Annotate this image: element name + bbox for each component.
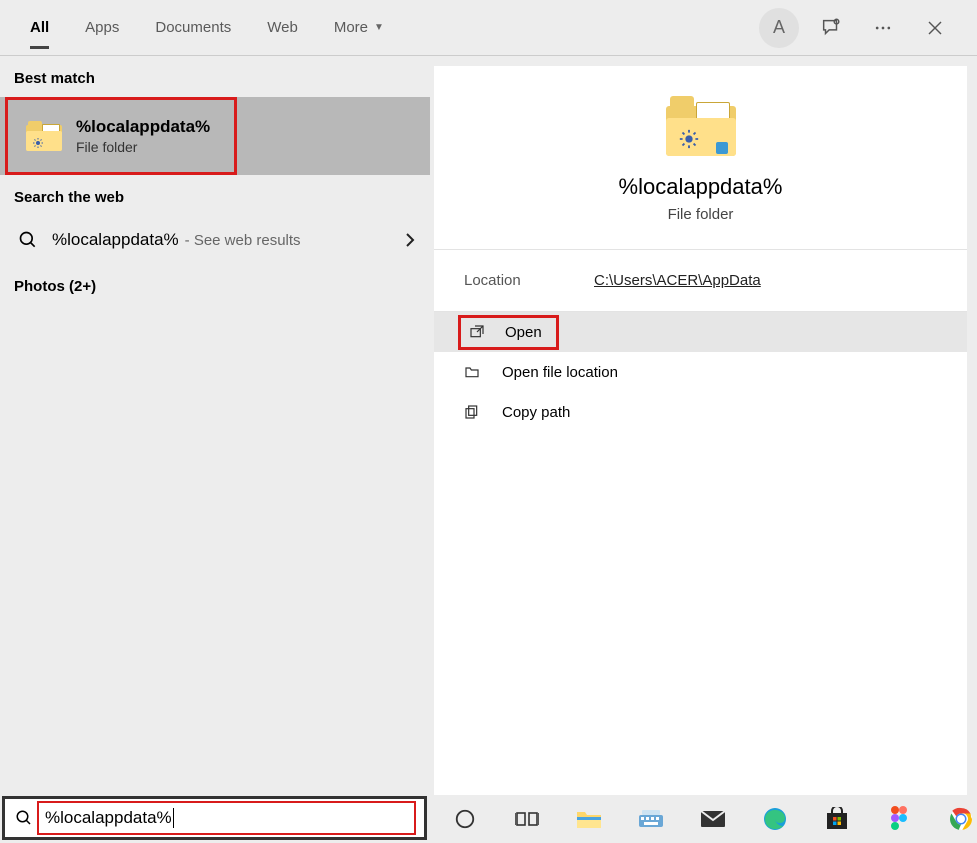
search-tabs-row: All Apps Documents Web More ▼ A	[0, 0, 977, 55]
copy-icon	[464, 404, 482, 420]
tab-more[interactable]: More ▼	[316, 0, 402, 55]
tab-label: More	[334, 19, 368, 36]
open-highlight: Open	[458, 315, 559, 350]
location-row: Location C:\Users\ACER\AppData	[434, 250, 967, 312]
detail-head: %localappdata% File folder	[434, 66, 967, 250]
search-icon	[18, 230, 38, 250]
chevron-down-icon: ▼	[374, 22, 384, 33]
open-icon	[469, 324, 487, 340]
best-match-subtitle: File folder	[76, 139, 210, 155]
user-avatar[interactable]: A	[759, 8, 799, 48]
tab-documents[interactable]: Documents	[137, 0, 249, 55]
action-label: Open	[505, 324, 542, 341]
best-match-row: %localappdata% File folder	[0, 97, 430, 175]
taskbar-tray	[449, 803, 977, 835]
close-icon[interactable]	[915, 8, 955, 48]
file-explorer-icon[interactable]	[573, 803, 605, 835]
text-caret	[173, 808, 174, 828]
web-result-text: %localappdata% - See web results	[52, 230, 404, 250]
mail-icon[interactable]	[697, 803, 729, 835]
search-tabs: All Apps Documents Web More ▼	[12, 0, 402, 55]
tab-label: Web	[267, 19, 298, 36]
tab-apps[interactable]: Apps	[67, 0, 137, 55]
search-value: %localappdata%	[45, 808, 172, 828]
best-match-item[interactable]: %localappdata% File folder	[5, 97, 237, 175]
search-input[interactable]: %localappdata%	[37, 801, 416, 835]
taskbar-search[interactable]: %localappdata%	[2, 796, 427, 840]
location-value[interactable]: C:\Users\ACER\AppData	[594, 272, 761, 289]
chevron-right-icon	[404, 232, 416, 248]
detail-title: %localappdata%	[619, 174, 783, 200]
location-label: Location	[464, 272, 594, 289]
action-open[interactable]: Open	[434, 312, 967, 352]
best-match-title: %localappdata%	[76, 117, 210, 137]
tab-web[interactable]: Web	[249, 0, 316, 55]
folder-icon	[666, 96, 736, 156]
folder-location-icon	[464, 364, 482, 380]
chat-icon[interactable]	[811, 8, 851, 48]
cortana-icon[interactable]	[449, 803, 481, 835]
results-list: Best match %localappdata% File folder	[0, 56, 430, 795]
edge-icon[interactable]	[759, 803, 791, 835]
figma-icon[interactable]	[883, 803, 915, 835]
search-icon	[15, 809, 33, 827]
folder-icon	[26, 121, 62, 151]
web-result-item[interactable]: %localappdata% - See web results	[0, 216, 430, 264]
tab-label: Documents	[155, 19, 231, 36]
photos-header[interactable]: Photos (2+)	[0, 264, 430, 305]
chrome-icon[interactable]	[945, 803, 977, 835]
task-view-icon[interactable]	[511, 803, 543, 835]
tab-label: All	[30, 19, 49, 36]
best-match-header: Best match	[0, 56, 430, 97]
keyboard-icon[interactable]	[635, 803, 667, 835]
main-area: Best match %localappdata% File folder	[0, 56, 977, 795]
tabrow-right: A	[759, 8, 965, 48]
web-result-term: %localappdata%	[52, 230, 179, 250]
tab-label: Apps	[85, 19, 119, 36]
action-label: Open file location	[502, 364, 618, 381]
best-match-text: %localappdata% File folder	[76, 117, 210, 155]
action-label: Copy path	[502, 404, 570, 421]
more-icon[interactable]	[863, 8, 903, 48]
detail-panel: %localappdata% File folder Location C:\U…	[434, 66, 967, 795]
action-copy-path[interactable]: Copy path	[434, 392, 967, 432]
tab-all[interactable]: All	[12, 0, 67, 55]
detail-subtitle: File folder	[668, 206, 734, 223]
taskbar: %localappdata%	[0, 795, 977, 843]
action-open-location[interactable]: Open file location	[434, 352, 967, 392]
avatar-initial: A	[773, 17, 785, 38]
search-web-header: Search the web	[0, 175, 430, 216]
web-result-sub: - See web results	[185, 232, 301, 249]
store-icon[interactable]	[821, 803, 853, 835]
